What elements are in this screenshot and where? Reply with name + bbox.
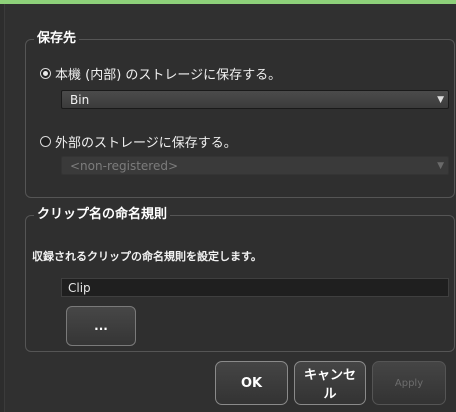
clip-name-input[interactable] bbox=[61, 278, 449, 297]
save-destination-group: 保存先 本機 (内部) のストレージに保存する。 Bin ▼ 外部のストレージに… bbox=[25, 32, 455, 198]
clip-naming-title: クリップ名の命名規則 bbox=[37, 207, 168, 222]
ok-button[interactable]: OK bbox=[215, 361, 288, 405]
external-storage-select-value: <non-registered> bbox=[70, 159, 179, 173]
internal-storage-option[interactable]: 本機 (内部) のストレージに保存する。 bbox=[40, 64, 282, 83]
internal-storage-select-value: Bin bbox=[70, 93, 90, 107]
radio-unselected-icon[interactable] bbox=[40, 135, 51, 147]
radio-selected-icon[interactable] bbox=[40, 67, 51, 79]
chevron-down-icon: ▼ bbox=[437, 95, 444, 105]
external-storage-select: <non-registered> ▼ bbox=[61, 156, 449, 175]
settings-dialog: 保存先 本機 (内部) のストレージに保存する。 Bin ▼ 外部のストレージに… bbox=[4, 4, 456, 412]
save-destination-title: 保存先 bbox=[37, 31, 77, 46]
external-storage-label: 外部のストレージに保存する。 bbox=[55, 135, 237, 151]
external-storage-option[interactable]: 外部のストレージに保存する。 bbox=[40, 132, 237, 151]
clip-naming-description: 収録されるクリップの命名規則を設定します。 bbox=[32, 250, 262, 263]
browse-button[interactable]: ... bbox=[66, 306, 136, 346]
internal-storage-label: 本機 (内部) のストレージに保存する。 bbox=[55, 67, 282, 83]
apply-button: Apply bbox=[372, 361, 446, 405]
clip-naming-group: クリップ名の命名規則 収録されるクリップの命名規則を設定します。 ... bbox=[25, 208, 455, 352]
internal-storage-select[interactable]: Bin ▼ bbox=[61, 90, 449, 109]
chevron-down-icon: ▼ bbox=[437, 161, 444, 171]
cancel-button[interactable]: キャンセル bbox=[294, 361, 366, 405]
